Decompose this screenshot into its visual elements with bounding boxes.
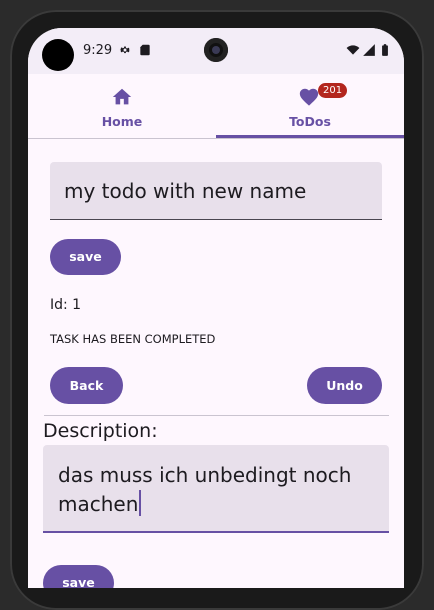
undo-button[interactable]: Undo (307, 367, 382, 404)
sd-card-icon (140, 44, 150, 56)
save-name-button[interactable]: save (50, 239, 121, 275)
task-status-text: TASK HAS BEEN COMPLETED (50, 332, 216, 346)
todo-detail-content: my todo with new name save Id: 1 TASK HA… (28, 138, 404, 588)
app-screen: 9:29 Home 201 ToDos my todo with new nam… (28, 28, 404, 588)
todo-name-value: my todo with new name (64, 179, 307, 203)
description-label: Description: (43, 420, 158, 442)
status-time: 9:29 (83, 43, 113, 58)
todo-id-text: Id: 1 (50, 297, 82, 313)
home-icon (112, 88, 132, 105)
top-navigation: Home 201 ToDos (28, 74, 404, 139)
description-line-2-text: machen (58, 492, 139, 516)
description-field[interactable]: das muss ich unbedingt noch machen (43, 445, 389, 533)
tab-home[interactable]: Home (28, 74, 216, 138)
front-camera-icon (42, 39, 74, 71)
back-button[interactable]: Back (50, 367, 123, 404)
description-line-2: machen (58, 490, 351, 519)
save-description-button[interactable]: save (43, 565, 114, 588)
section-divider (44, 415, 389, 416)
todos-count-badge: 201 (318, 83, 348, 98)
text-cursor (139, 490, 142, 516)
signal-icon (363, 44, 375, 56)
wifi-icon (346, 45, 360, 55)
tab-todos-label: ToDos (289, 114, 331, 129)
punch-hole-camera-icon (204, 38, 228, 62)
settings-icon (119, 46, 131, 54)
todo-name-field[interactable]: my todo with new name (50, 162, 382, 220)
heart-icon (299, 88, 319, 106)
description-line-1: das muss ich unbedingt noch (58, 463, 352, 487)
battery-icon (382, 44, 388, 56)
status-bar: 9:29 (28, 28, 404, 74)
tab-todos[interactable]: 201 ToDos (216, 74, 404, 138)
tab-home-label: Home (101, 114, 143, 129)
